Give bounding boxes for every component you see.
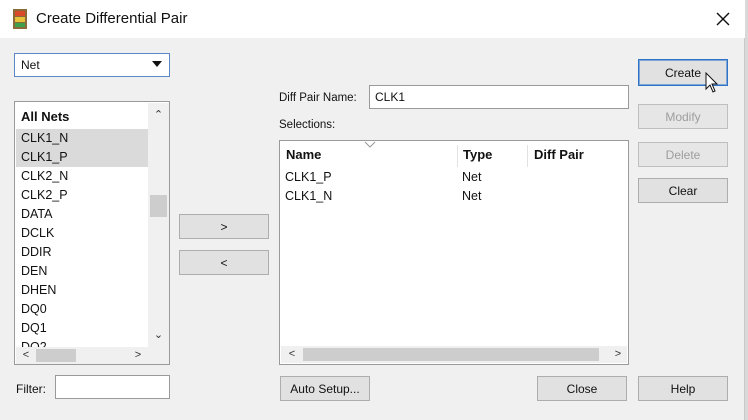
column-divider: [457, 145, 458, 167]
chevron-down-icon: [152, 61, 162, 67]
type-dropdown[interactable]: Net: [14, 53, 170, 77]
remove-from-selection-button[interactable]: <: [179, 250, 269, 275]
app-icon: [13, 9, 27, 29]
selections-horizontal-scrollbar[interactable]: < >: [281, 346, 627, 363]
close-button[interactable]: Close: [537, 376, 627, 401]
sort-indicator-icon: [364, 141, 376, 148]
net-list-vertical-scrollbar[interactable]: ⌃ ⌄: [148, 103, 169, 347]
column-header-name[interactable]: Name: [286, 147, 321, 162]
list-item[interactable]: DQ0: [16, 300, 148, 319]
selections-label: Selections:: [279, 119, 336, 131]
modify-button[interactable]: Modify: [638, 104, 728, 129]
auto-setup-button[interactable]: Auto Setup...: [280, 376, 370, 401]
diff-pair-name-input[interactable]: CLK1: [369, 85, 629, 109]
filter-input[interactable]: [55, 375, 170, 399]
delete-button[interactable]: Delete: [638, 142, 728, 167]
mouse-cursor-icon: [705, 72, 719, 93]
scroll-thumb[interactable]: [36, 349, 76, 362]
selections-table[interactable]: Name Type Diff Pair CLK1_P Net CLK1_N Ne…: [279, 140, 629, 365]
scroll-left-icon[interactable]: <: [18, 347, 34, 364]
help-button[interactable]: Help: [638, 376, 728, 401]
table-row-type[interactable]: Net: [462, 170, 481, 184]
scroll-corner: [148, 347, 169, 364]
list-item[interactable]: DEN: [16, 262, 148, 281]
list-item[interactable]: CLK1_P: [16, 148, 148, 167]
type-dropdown-value: Net: [21, 58, 40, 72]
list-item[interactable]: DATA: [16, 205, 148, 224]
filter-label: Filter:: [16, 382, 46, 396]
column-header-diff-pair[interactable]: Diff Pair: [534, 147, 584, 162]
column-divider: [527, 145, 528, 167]
list-item[interactable]: DHEN: [16, 281, 148, 300]
scroll-thumb[interactable]: [303, 348, 599, 361]
column-header-type[interactable]: Type: [463, 147, 492, 162]
list-item[interactable]: DDIR: [16, 243, 148, 262]
table-row-name[interactable]: CLK1_N: [285, 189, 332, 203]
title-bar: Create Differential Pair: [0, 0, 748, 38]
diff-pair-name-label: Diff Pair Name:: [279, 92, 357, 104]
list-item[interactable]: DQ1: [16, 319, 148, 338]
net-list[interactable]: All Nets CLK1_N CLK1_P CLK2_N CLK2_P DAT…: [14, 101, 170, 365]
scroll-thumb[interactable]: [150, 195, 167, 217]
list-item[interactable]: DCLK: [16, 224, 148, 243]
list-item[interactable]: CLK2_P: [16, 186, 148, 205]
scroll-left-icon[interactable]: <: [283, 346, 301, 363]
list-item[interactable]: CLK1_N: [16, 129, 148, 148]
scroll-up-icon[interactable]: ⌃: [148, 107, 169, 123]
add-to-selection-button[interactable]: >: [179, 214, 269, 239]
list-item[interactable]: CLK2_N: [16, 167, 148, 186]
net-list-horizontal-scrollbar[interactable]: < >: [16, 347, 148, 364]
window-title: Create Differential Pair: [36, 10, 188, 27]
scroll-right-icon[interactable]: >: [130, 347, 146, 364]
table-row-name[interactable]: CLK1_P: [285, 170, 332, 184]
clear-button[interactable]: Clear: [638, 178, 728, 203]
scroll-right-icon[interactable]: >: [609, 346, 627, 363]
net-list-items: CLK1_N CLK1_P CLK2_N CLK2_P DATA DCLK DD…: [16, 129, 148, 348]
scroll-down-icon[interactable]: ⌄: [148, 327, 169, 343]
net-list-header: All Nets: [21, 109, 70, 124]
table-row-type[interactable]: Net: [462, 189, 481, 203]
close-icon[interactable]: [712, 8, 734, 30]
